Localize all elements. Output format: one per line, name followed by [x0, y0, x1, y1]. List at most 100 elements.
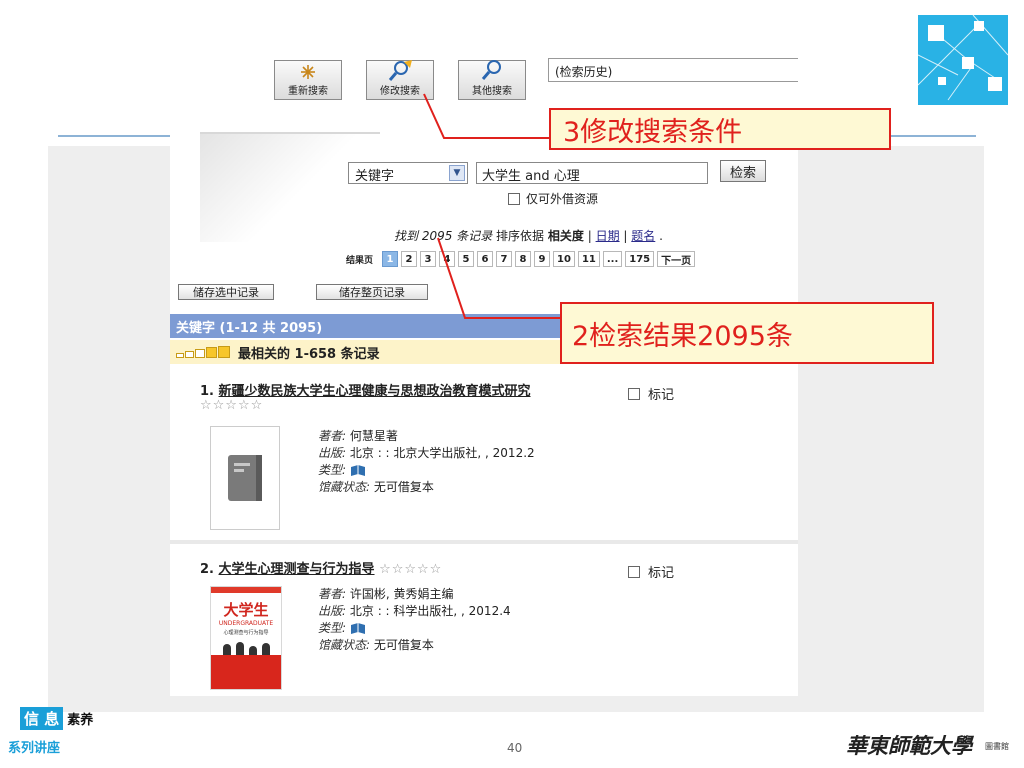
page-link[interactable]: 10: [553, 251, 575, 267]
network-logo-icon: [917, 14, 1009, 105]
university-logo: 華東師範大學: [846, 733, 972, 758]
result-record: 2. 大学生心理测查与行为指导 ☆☆☆☆☆ 标记 大学生 UNDERGRADUA…: [170, 546, 798, 696]
rating-stars[interactable]: ☆☆☆☆☆: [379, 562, 442, 577]
results-summary: 找到 2095 条记录 排序依据 相关度 | 日期 | 题名 .: [394, 227, 663, 244]
type-line: 类型:: [318, 620, 511, 637]
modify-search-label: 修改搜索: [380, 86, 420, 97]
mark-checkbox[interactable]: [628, 387, 640, 400]
record-title-line: 2. 大学生心理测查与行为指导 ☆☆☆☆☆: [200, 558, 442, 577]
book-placeholder-cover[interactable]: [210, 426, 280, 530]
series-title: 系列讲座: [8, 741, 61, 756]
new-search-button[interactable]: 重新搜索: [274, 60, 342, 100]
page-link[interactable]: 9: [534, 251, 551, 267]
book-type-icon: [350, 464, 366, 477]
only-loanable-label: 仅可外借资源: [526, 192, 599, 206]
mark-label: 标记: [648, 566, 675, 581]
publisher-value: 北京 : : 北京大学出版社, , 2012.2: [349, 446, 535, 460]
page-link[interactable]: 1: [382, 251, 399, 267]
mark-option[interactable]: 标记: [628, 384, 674, 403]
result-record: 1. 新疆少数民族大学生心理健康与思想政治教育模式研究 ☆☆☆☆☆ 标记 著者:…: [170, 366, 798, 538]
publisher-line: 出版: 北京 : : 北京大学出版社, , 2012.2: [318, 446, 535, 460]
record-title-link[interactable]: 大学生心理测查与行为指导: [219, 562, 375, 577]
pagination-label: 结果页: [346, 255, 374, 266]
status-value: 无可借复本: [373, 480, 434, 494]
page-link[interactable]: ...: [602, 251, 623, 267]
save-selected-button[interactable]: 储存选中记录: [178, 284, 274, 300]
relevance-label: 最相关的 1-658 条记录: [238, 346, 380, 362]
new-search-label: 重新搜索: [288, 86, 328, 97]
page-link[interactable]: 11: [577, 251, 600, 267]
mark-option[interactable]: 标记: [628, 562, 674, 581]
page-link[interactable]: 175: [625, 251, 655, 267]
other-search-button[interactable]: 其他搜索: [458, 60, 526, 100]
author-line: 著者: 许国彬, 黄秀娟主编: [318, 587, 454, 601]
page-link[interactable]: 2: [401, 251, 418, 267]
page-link[interactable]: 5: [458, 251, 475, 267]
mark-label: 标记: [648, 388, 675, 403]
status-line: 馆藏状态: 无可借复本: [318, 480, 434, 494]
relevance-level-icon: [176, 346, 230, 358]
sort-separator: |: [587, 229, 592, 243]
slide: 重新搜索 修改搜索 其他搜索 (检索历史) 关键字 ▼ 大学生 and 心理 检…: [0, 0, 1024, 768]
decorative-fade: [200, 132, 380, 242]
author-value: 何慧星著: [349, 429, 398, 443]
record-separator: [170, 540, 798, 544]
page-link[interactable]: 4: [439, 251, 456, 267]
status-value: 无可借复本: [373, 638, 434, 652]
book-icon: [228, 455, 262, 501]
sort-date-link[interactable]: 日期: [596, 229, 620, 243]
field-select[interactable]: 关键字 ▼: [348, 162, 468, 184]
book-cover-image[interactable]: 大学生 UNDERGRADUATE 心理测查与行为指导: [210, 586, 282, 690]
page-link[interactable]: 8: [515, 251, 532, 267]
page-link[interactable]: 下一页: [657, 251, 696, 267]
info-badge: 信 息: [20, 707, 64, 730]
page-number: 40: [507, 741, 523, 755]
field-select-value: 关键字: [355, 169, 395, 184]
publisher-value: 北京 : : 科学出版社, , 2012.4: [349, 604, 511, 618]
author-line: 著者: 何慧星著: [318, 429, 398, 443]
record-title-link[interactable]: 新疆少数民族大学生心理健康与思想政治教育模式研究: [219, 384, 531, 399]
modify-search-button[interactable]: 修改搜索: [366, 60, 434, 100]
magnifier-icon: [480, 58, 504, 82]
record-title-line: 1. 新疆少数民族大学生心理健康与思想政治教育模式研究: [200, 380, 531, 399]
rating-stars[interactable]: ☆☆☆☆☆: [200, 398, 263, 413]
footer-badge: 信 息 素养: [20, 707, 93, 730]
cover-line: 心理测查与行为指导: [223, 630, 269, 636]
page-link[interactable]: 7: [496, 251, 513, 267]
edit-search-icon: [386, 58, 414, 82]
callout-modify-search: 3修改搜索条件: [549, 108, 891, 150]
page-link[interactable]: 6: [477, 251, 494, 267]
pagination: 结果页 1 2 3 4 5 6 7 8 9 10 11... 175 下一页: [346, 251, 696, 267]
record-meta: 著者: 许国彬, 黄秀娟主编 出版: 北京 : : 科学出版社, , 2012.…: [318, 586, 511, 654]
query-input[interactable]: 大学生 and 心理: [476, 162, 708, 184]
chevron-down-icon[interactable]: ▼: [449, 165, 465, 181]
only-loanable-checkbox[interactable]: [508, 192, 520, 205]
author-value: 许国彬, 黄秀娟主编: [349, 587, 454, 601]
status-line: 馆藏状态: 无可借复本: [318, 638, 434, 652]
mark-checkbox[interactable]: [628, 565, 640, 578]
header-rule-right: [890, 135, 976, 137]
sort-title-link[interactable]: 题名: [631, 229, 655, 243]
record-number: 2.: [200, 562, 214, 577]
record-meta: 著者: 何慧星著 出版: 北京 : : 北京大学出版社, , 2012.2 类型…: [318, 428, 535, 496]
library-label: 圖書館: [985, 742, 1009, 751]
only-loanable-option[interactable]: 仅可外借资源: [508, 190, 598, 207]
sort-label: 排序依据: [496, 229, 545, 243]
search-button[interactable]: 检索: [720, 160, 766, 182]
cover-title: 大学生: [223, 601, 269, 619]
sort-relevance: 相关度: [547, 229, 584, 243]
callout-result-count: 2检索结果2095条: [560, 302, 934, 364]
other-search-label: 其他搜索: [472, 86, 512, 97]
type-line: 类型:: [318, 462, 535, 479]
publisher-line: 出版: 北京 : : 科学出版社, , 2012.4: [318, 604, 511, 618]
save-page-button[interactable]: 储存整页记录: [316, 284, 428, 300]
sort-trailing-period: .: [659, 229, 663, 243]
book-type-icon: [350, 622, 366, 635]
page-link[interactable]: 3: [420, 251, 437, 267]
search-history-link[interactable]: (检索历史): [548, 58, 798, 82]
badge-suffix: 素养: [67, 713, 94, 728]
cover-subtitle: UNDERGRADUATE: [218, 620, 274, 627]
header-rule-left: [58, 135, 170, 137]
found-count-text: 找到 2095 条记录: [394, 229, 493, 243]
record-number: 1.: [200, 384, 214, 399]
